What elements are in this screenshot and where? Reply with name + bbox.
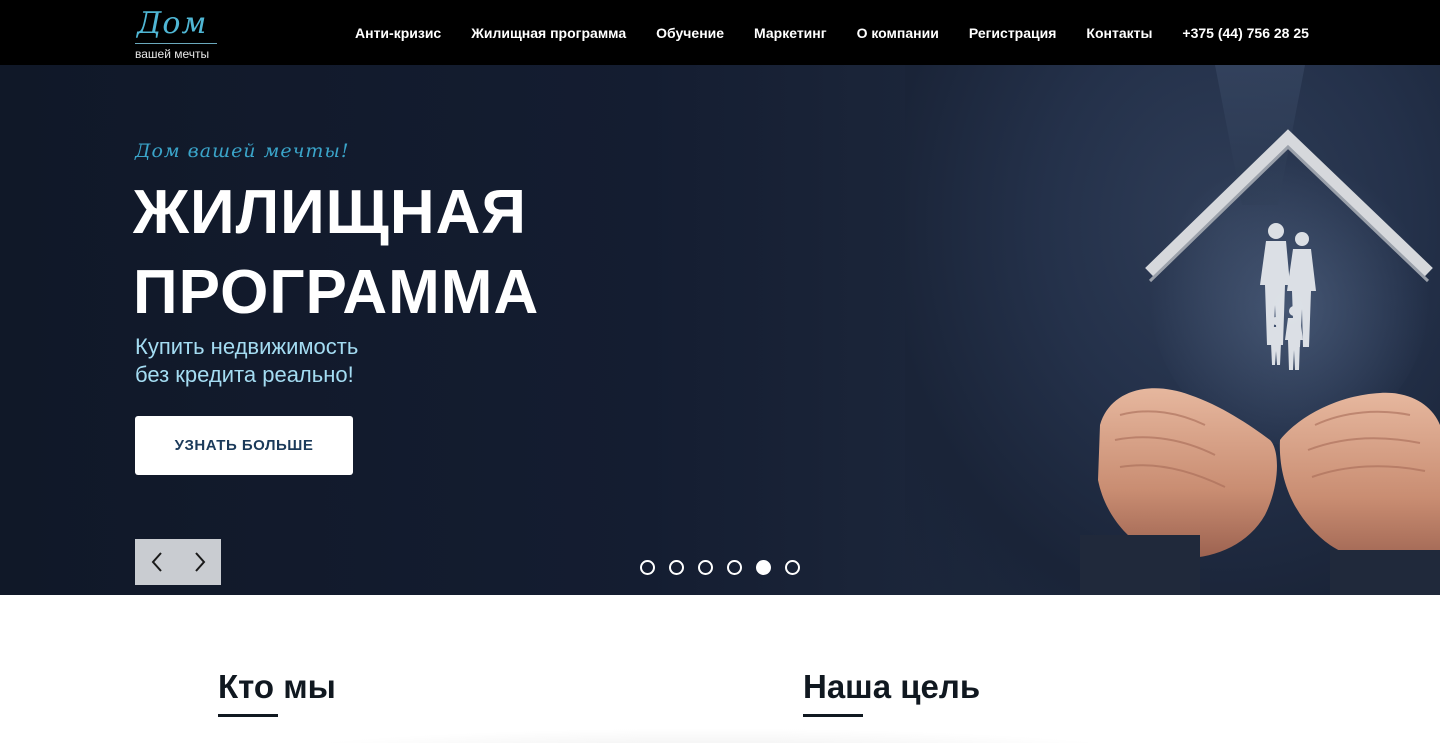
hero-title-line-2: ПРОГРАММА: [133, 258, 540, 327]
chevron-right-icon: [194, 552, 205, 572]
hero-tagline: Дом вашей мечты!: [135, 140, 350, 162]
nav-phone[interactable]: +375 (44) 756 28 25: [1182, 25, 1309, 41]
learn-more-button[interactable]: УЗНАТЬ БОЛЬШЕ: [135, 416, 353, 475]
house-family-hands-image: [1080, 129, 1440, 595]
slider-dot-6[interactable]: [785, 560, 800, 575]
nav-marketing[interactable]: Маркетинг: [754, 25, 827, 41]
hero-title: ЖИЛИЩНАЯ ПРОГРАММА: [133, 173, 539, 333]
nav-housing-program[interactable]: Жилищная программа: [471, 25, 626, 41]
slider-dot-3[interactable]: [698, 560, 713, 575]
hero-subtitle-line-1: Купить недвижимость: [135, 334, 359, 359]
hero-title-line-1: ЖИЛИЩНАЯ: [133, 178, 527, 247]
slider-next-button[interactable]: [178, 539, 221, 585]
slider-dot-1[interactable]: [640, 560, 655, 575]
slider-dot-5[interactable]: [756, 560, 771, 575]
section-title-our-goal: Наша цель: [803, 668, 981, 705]
logo-script: Дом: [137, 6, 208, 41]
nav-contacts[interactable]: Контакты: [1086, 25, 1152, 41]
section-title-who-we-are: Кто мы: [218, 668, 336, 705]
content-card-shadow: [245, 728, 1175, 743]
main-nav: Анти-кризис Жилищная программа Обучение …: [355, 0, 1309, 65]
slider-arrows: [135, 539, 221, 585]
slider-dot-4[interactable]: [727, 560, 742, 575]
section-underline: [218, 714, 278, 717]
logo-divider: [135, 43, 217, 44]
hero-slider: Дом вашей мечты! ЖИЛИЩНАЯ ПРОГРАММА Купи…: [0, 65, 1440, 595]
logo[interactable]: Дом вашей мечты: [135, 6, 235, 62]
hero-subtitle: Купить недвижимость без кредита реально!: [135, 333, 358, 389]
hero-subtitle-line-2: без кредита реально!: [135, 362, 354, 387]
nav-about[interactable]: О компании: [857, 25, 939, 41]
slider-prev-button[interactable]: [135, 539, 178, 585]
logo-subtitle: вашей мечты: [135, 47, 210, 61]
nav-training[interactable]: Обучение: [656, 25, 724, 41]
nav-registration[interactable]: Регистрация: [969, 25, 1057, 41]
section-underline: [803, 714, 863, 717]
slider-dot-2[interactable]: [669, 560, 684, 575]
site-header: Дом вашей мечты Анти-кризис Жилищная про…: [0, 0, 1440, 65]
nav-anti-crisis[interactable]: Анти-кризис: [355, 25, 441, 41]
chevron-left-icon: [151, 552, 162, 572]
slider-pagination: [640, 560, 800, 575]
